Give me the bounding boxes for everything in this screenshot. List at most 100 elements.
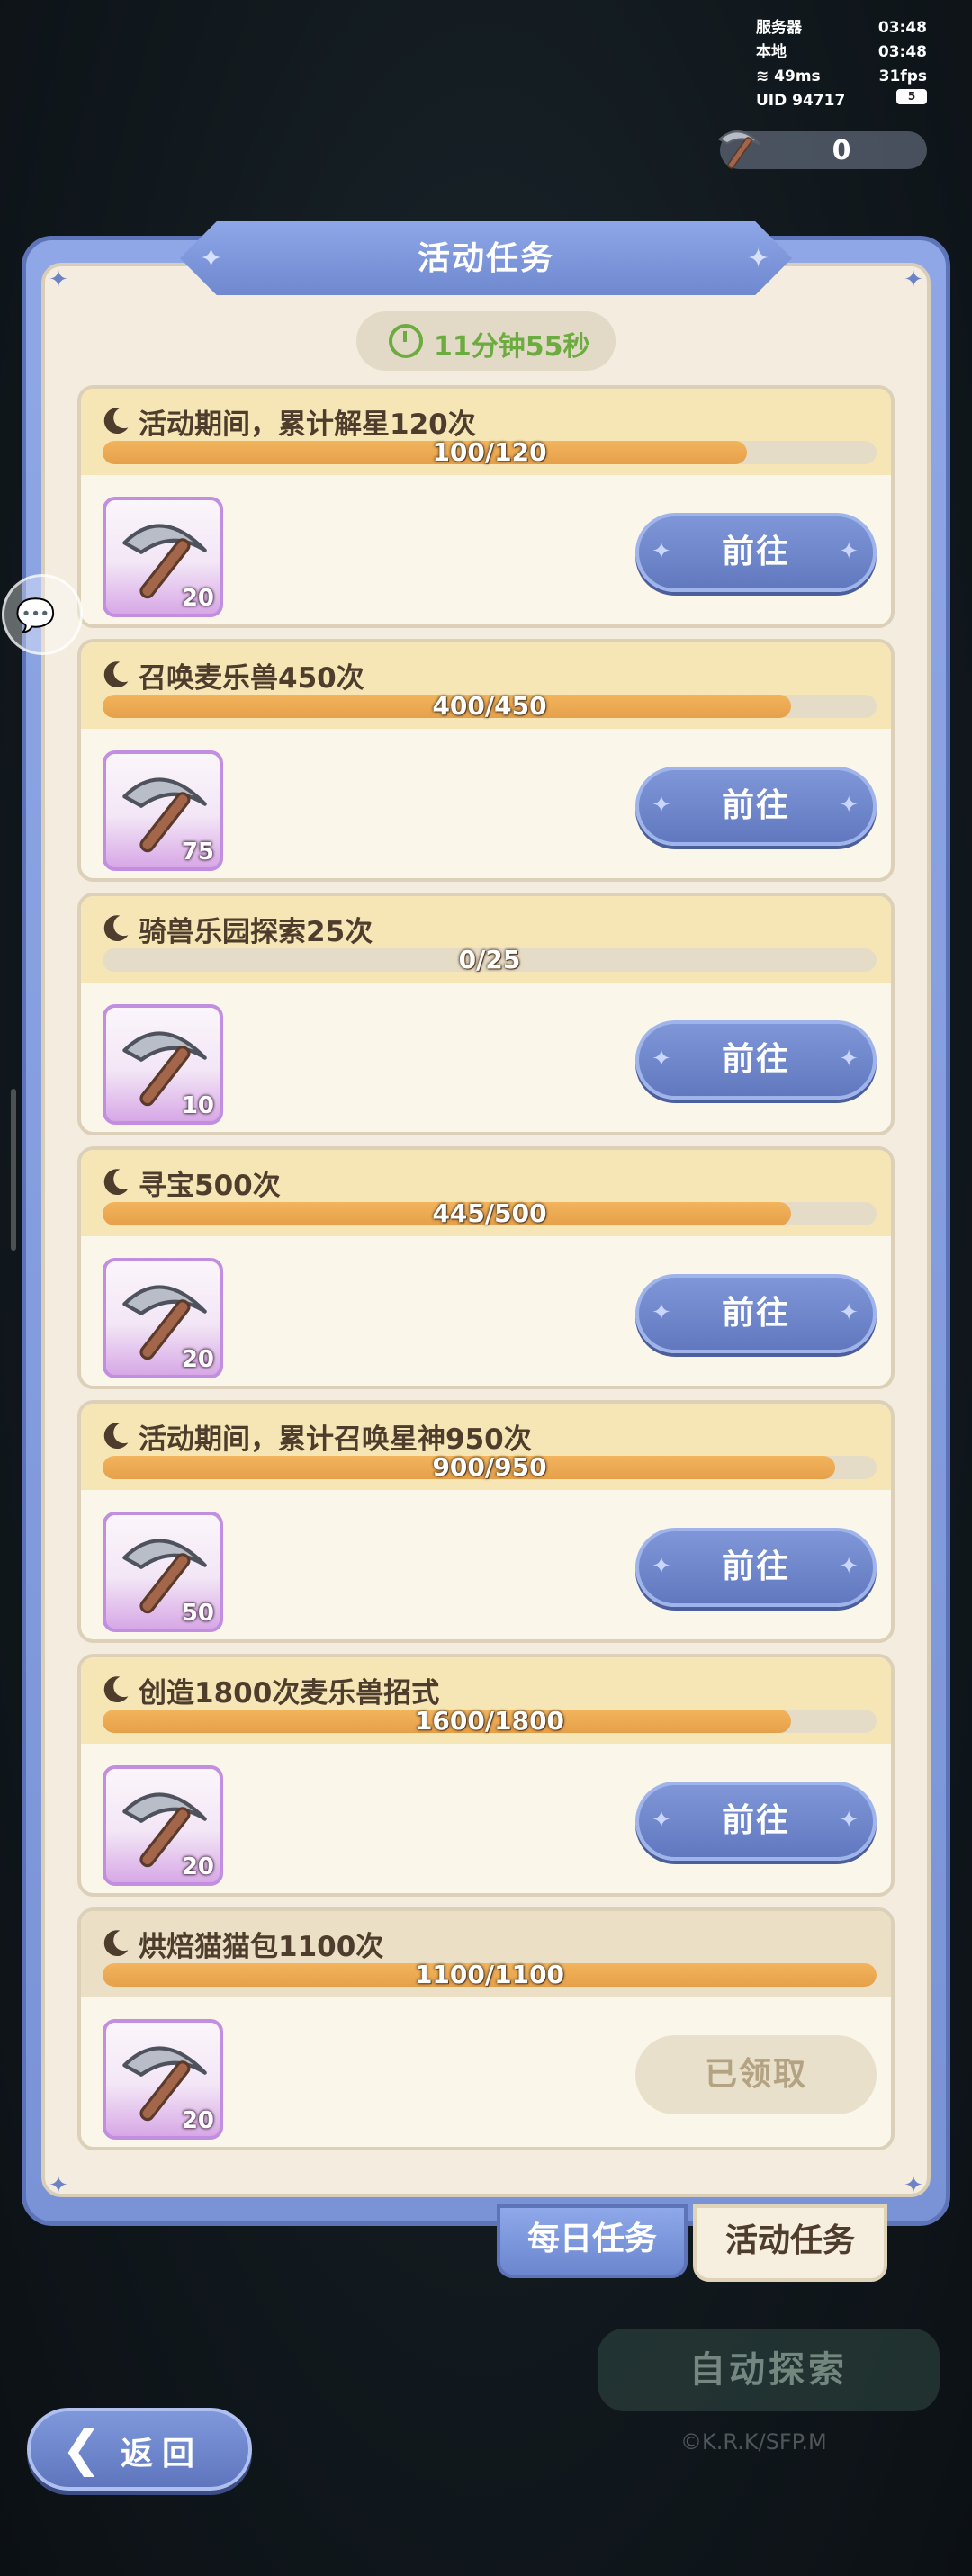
- panel-title: 活动任务: [417, 240, 554, 277]
- progress-text: 900/950: [432, 1452, 547, 1482]
- task-header: 骑兽乐园探索25次 0/25: [81, 896, 891, 983]
- reward-item[interactable]: 20: [103, 2019, 223, 2140]
- local-time: 03:48: [878, 43, 927, 61]
- reward-item[interactable]: 10: [103, 1004, 223, 1125]
- wifi-icon: ≋: [756, 67, 770, 85]
- sparkle-icon: ✦: [839, 1299, 860, 1326]
- go-button-label: 前往: [721, 787, 790, 824]
- task-title: 创造1800次麦乐兽招式: [139, 1677, 440, 1710]
- task-card: 创造1800次麦乐兽招式 1600/1800 20 ✦ 前往 ✦: [77, 1654, 895, 1897]
- sparkle-icon: ✦: [652, 1553, 673, 1580]
- reward-count: 20: [181, 1853, 214, 1880]
- reward-item[interactable]: 20: [103, 1765, 223, 1886]
- go-button-label: 前往: [721, 1548, 790, 1585]
- go-button[interactable]: ✦ 前往 ✦: [635, 1274, 877, 1353]
- task-title: 寻宝500次: [139, 1170, 281, 1202]
- claimed-button: 已领取: [635, 2035, 877, 2114]
- task-card: 骑兽乐园探索25次 0/25 10 ✦ 前往 ✦: [77, 893, 895, 1135]
- sparkle-icon: ✦: [652, 792, 673, 819]
- local-label: 本地: [756, 43, 787, 61]
- sparkle-icon: ✦: [839, 1807, 860, 1834]
- reward-item[interactable]: 20: [103, 497, 223, 617]
- chat-icon: 💬: [15, 597, 56, 634]
- progress-text: 0/25: [458, 945, 521, 974]
- battery-icon: 5: [896, 89, 927, 104]
- go-button[interactable]: ✦ 前往 ✦: [635, 1020, 877, 1100]
- corner-star-icon: ✦: [49, 2172, 68, 2199]
- task-header: 烘焙猫猫包1100次 1100/1100: [81, 1911, 891, 1997]
- sparkle-icon: ✦: [652, 538, 673, 565]
- progress-text: 400/450: [432, 691, 547, 721]
- task-title: 召唤麦乐兽450次: [139, 662, 364, 695]
- status-hud: 服务器 03:48 本地 03:48 ≋ 49ms 31fps UID 9471…: [756, 16, 927, 113]
- task-title: 烘焙猫猫包1100次: [139, 1931, 384, 1963]
- server-label: 服务器: [756, 19, 802, 37]
- reward-count: 10: [181, 1092, 214, 1119]
- countdown-timer: 11分钟55秒: [356, 311, 616, 371]
- sparkle-icon: ✦: [652, 1807, 673, 1834]
- progress-text: 100/120: [432, 437, 547, 467]
- sparkle-icon: ✦: [839, 1046, 860, 1073]
- reward-item[interactable]: 20: [103, 1258, 223, 1378]
- task-header: 活动期间，累计召唤星神950次 900/950: [81, 1404, 891, 1490]
- sparkle-icon: ✦: [839, 792, 860, 819]
- reward-item[interactable]: 50: [103, 1512, 223, 1632]
- pickaxe-resource-counter: 0: [717, 130, 927, 169]
- timer-text: 11分钟55秒: [434, 331, 590, 363]
- go-button-label: 前往: [721, 1802, 790, 1839]
- moon-icon: [104, 1676, 129, 1703]
- pickaxe-icon: [717, 130, 761, 169]
- moon-icon: [104, 661, 129, 688]
- sparkle-icon: ✦: [839, 1553, 860, 1580]
- corner-star-icon: ✦: [904, 266, 923, 293]
- sparkle-icon: ✦: [839, 538, 860, 565]
- reward-count: 20: [181, 1346, 214, 1373]
- task-title: 活动期间，累计召唤星神950次: [139, 1423, 532, 1456]
- reward-count: 20: [181, 2107, 214, 2134]
- task-title: 活动期间，累计解星120次: [139, 408, 476, 441]
- server-time: 03:48: [878, 19, 927, 37]
- progress-text: 1600/1800: [414, 1706, 565, 1736]
- back-button[interactable]: ❮ 返回: [27, 2408, 252, 2491]
- task-card: 寻宝500次 445/500 20 ✦ 前往 ✦: [77, 1146, 895, 1389]
- tab-daily-tasks[interactable]: 每日任务: [497, 2204, 688, 2278]
- task-card: 烘焙猫猫包1100次 1100/1100 20 已领取: [77, 1907, 895, 2150]
- go-button[interactable]: ✦ 前往 ✦: [635, 1528, 877, 1607]
- moon-icon: [104, 1423, 129, 1450]
- go-button[interactable]: ✦ 前往 ✦: [635, 767, 877, 846]
- task-card: 召唤麦乐兽450次 400/450 75 ✦ 前往 ✦: [77, 639, 895, 882]
- moon-icon: [104, 915, 129, 942]
- reward-item[interactable]: 75: [103, 750, 223, 871]
- reward-count: 75: [181, 839, 214, 866]
- copyright-text: ©K.R.K/SFP.M: [680, 2429, 827, 2455]
- chat-button[interactable]: 💬: [2, 574, 83, 655]
- reward-count: 20: [181, 585, 214, 612]
- tab-event-tasks[interactable]: 活动任务: [693, 2204, 887, 2282]
- corner-star-icon: ✦: [49, 266, 68, 293]
- go-button[interactable]: ✦ 前往 ✦: [635, 513, 877, 592]
- go-button[interactable]: ✦ 前往 ✦: [635, 1782, 877, 1861]
- fps-readout: 31fps: [878, 67, 927, 85]
- uid-readout: UID 94717: [756, 92, 846, 110]
- moon-icon: [104, 408, 129, 435]
- scroll-indicator: [11, 1089, 16, 1251]
- task-header: 活动期间，累计解星120次 100/120: [81, 389, 891, 475]
- task-title: 骑兽乐园探索25次: [139, 916, 374, 948]
- task-card: 活动期间，累计召唤星神950次 900/950 50 ✦ 前往 ✦: [77, 1400, 895, 1643]
- go-button-label: 前往: [721, 534, 790, 570]
- ping-readout: ≋ 49ms: [756, 67, 821, 85]
- sparkle-icon: ✦: [652, 1299, 673, 1326]
- corner-star-icon: ✦: [904, 2172, 923, 2199]
- sparkle-icon: ✦: [652, 1046, 673, 1073]
- progress-text: 1100/1100: [414, 1960, 565, 1989]
- moon-icon: [104, 1930, 129, 1957]
- clock-icon: [389, 324, 423, 358]
- back-arrow-icon: ❮: [61, 2420, 103, 2477]
- back-label: 返回: [121, 2436, 204, 2473]
- progress-text: 445/500: [432, 1198, 547, 1228]
- task-header: 召唤麦乐兽450次 400/450: [81, 642, 891, 729]
- task-header: 寻宝500次 445/500: [81, 1150, 891, 1236]
- go-button-label: 前往: [721, 1295, 790, 1332]
- auto-explore-button[interactable]: 自动探索: [598, 2329, 940, 2411]
- task-card: 活动期间，累计解星120次 100/120 20 ✦ 前往 ✦: [77, 385, 895, 628]
